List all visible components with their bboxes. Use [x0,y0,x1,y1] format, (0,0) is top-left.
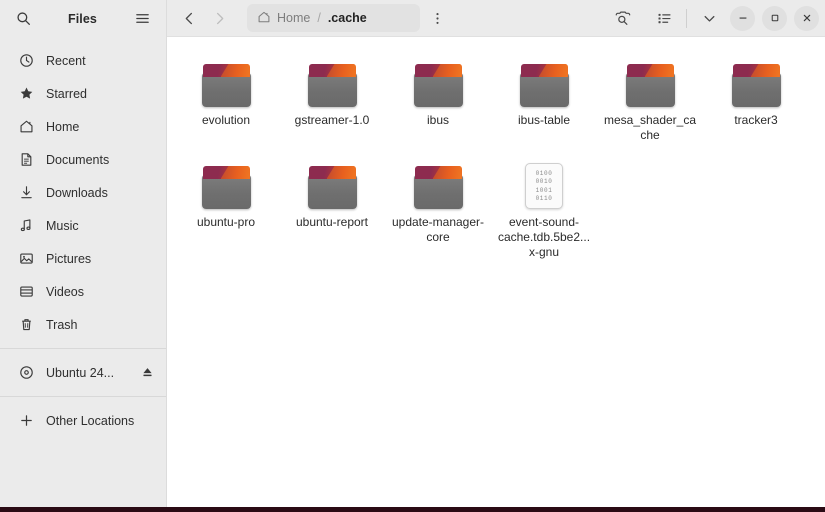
file-item[interactable]: ibus-table [491,51,597,153]
file-name-label: mesa_shader_cache [603,113,697,142]
file-grid-area[interactable]: evolution gstreamer-1.0 ibus ibus-table mesa… [167,37,825,507]
sidebar-item-label: Documents [46,152,110,167]
sidebar-item-label: Recent [46,53,86,68]
sidebar-item-pictures[interactable]: Pictures [0,242,166,275]
file-name-label: ubuntu-report [295,215,369,229]
sidebar-divider [0,396,166,397]
sidebar-item-music[interactable]: Music [0,209,166,242]
sidebar-divider [0,348,166,349]
file-item[interactable]: update-manager-core [385,153,491,270]
forward-button[interactable] [205,4,233,32]
hamburger-menu-icon[interactable] [129,6,155,32]
sidebar-item-label: Starred [46,86,87,101]
folder-icon [410,55,466,107]
list-view-icon[interactable] [650,4,678,32]
star-icon [18,86,34,102]
binary-row: 0100 [535,169,553,177]
binary-row: 1001 [535,186,553,194]
sidebar-item-label: Other Locations [46,413,135,428]
maximize-button[interactable] [762,5,787,31]
sidebar-item-label: Trash [46,317,78,332]
sidebar-item-label: Ubuntu 24... [46,365,115,380]
file-name-label: ubuntu-pro [196,215,256,229]
folder-icon [622,55,678,107]
binary-row: 0010 [535,178,553,185]
header-bar: Home / .cache [167,0,825,37]
file-name-label: event-sound-cache.tdb.5be2...x-gnu [497,215,591,259]
clock-icon [18,53,34,69]
file-name-label: ibus-table [517,113,571,127]
file-item[interactable]: 0100 0010 1001 0110 event-sound-cache.tdb.5b… [491,153,597,270]
file-item[interactable]: mesa_shader_cache [597,51,703,153]
sidebar-item-recent[interactable]: Recent [0,44,166,77]
minimize-button[interactable] [730,5,755,31]
file-item[interactable]: ubuntu-report [279,153,385,270]
folder-icon [728,55,784,107]
breadcrumb-current[interactable]: .cache [328,11,367,25]
files-window: Files Recent Starred Home Documents Down… [0,0,825,507]
eject-icon[interactable] [141,366,154,379]
sidebar-item-label: Music [46,218,79,233]
sidebar-item-ubuntu-drive[interactable]: Ubuntu 24... [0,356,166,389]
file-name-label: ibus [426,113,449,127]
sidebar-item-label: Videos [46,284,84,299]
back-button[interactable] [175,4,203,32]
breadcrumb-home[interactable]: Home [257,10,310,27]
file-name-label: gstreamer-1.0 [294,113,370,127]
sidebar-item-downloads[interactable]: Downloads [0,176,166,209]
sidebar-item-home[interactable]: Home [0,110,166,143]
file-item[interactable]: ubuntu-pro [173,153,279,270]
folder-icon [304,157,360,209]
folder-icon [198,55,254,107]
file-grid: evolution gstreamer-1.0 ibus ibus-table mesa… [173,51,819,270]
breadcrumb[interactable]: Home / .cache [247,4,420,32]
binary-row: 0110 [535,195,553,202]
file-name-label: evolution [201,113,251,127]
close-button[interactable] [794,5,819,31]
chevron-down-icon[interactable] [695,4,723,32]
folder-icon [410,157,466,209]
sidebar-item-label: Pictures [46,251,92,266]
sidebar-item-documents[interactable]: Documents [0,143,166,176]
sidebar-item-label: Downloads [46,185,108,200]
header-actions [608,4,819,32]
breadcrumb-separator: / [317,11,321,25]
vertical-dots-icon[interactable] [424,4,452,32]
sidebar-item-trash[interactable]: Trash [0,308,166,341]
sidebar-list: Recent Starred Home Documents Downloads … [0,37,166,507]
desktop-background: Files Recent Starred Home Documents Down… [0,0,825,512]
file-name-label: tracker3 [734,113,778,127]
plus-icon [18,413,34,429]
search-icon[interactable] [10,6,36,32]
disc-icon [18,365,34,381]
folder-icon [304,55,360,107]
document-icon [18,152,34,168]
header-divider [686,8,687,28]
sidebar: Files Recent Starred Home Documents Down… [0,0,167,507]
sidebar-item-starred[interactable]: Starred [0,77,166,110]
download-icon [18,185,34,201]
video-icon [18,284,34,300]
sidebar-item-videos[interactable]: Videos [0,275,166,308]
search-icon[interactable] [608,4,636,32]
breadcrumb-home-label: Home [277,11,311,25]
folder-icon [198,157,254,209]
home-icon [257,10,271,27]
file-item[interactable]: evolution [173,51,279,153]
folder-icon [516,55,572,107]
file-item[interactable]: gstreamer-1.0 [279,51,385,153]
sidebar-item-label: Home [46,119,80,134]
sidebar-header: Files [0,0,166,37]
file-item[interactable]: tracker3 [703,51,809,153]
main-pane: Home / .cache evolution gstreamer-1.0 ib… [167,0,825,507]
file-name-label: update-manager-core [391,215,485,244]
sidebar-item-other-locations[interactable]: Other Locations [0,404,166,437]
music-note-icon [18,218,34,234]
trash-icon [18,317,34,333]
file-item[interactable]: ibus [385,51,491,153]
image-icon [18,251,34,267]
binary-file-icon: 0100 0010 1001 0110 [516,157,572,209]
home-icon [18,119,34,135]
app-title: Files [68,11,97,26]
